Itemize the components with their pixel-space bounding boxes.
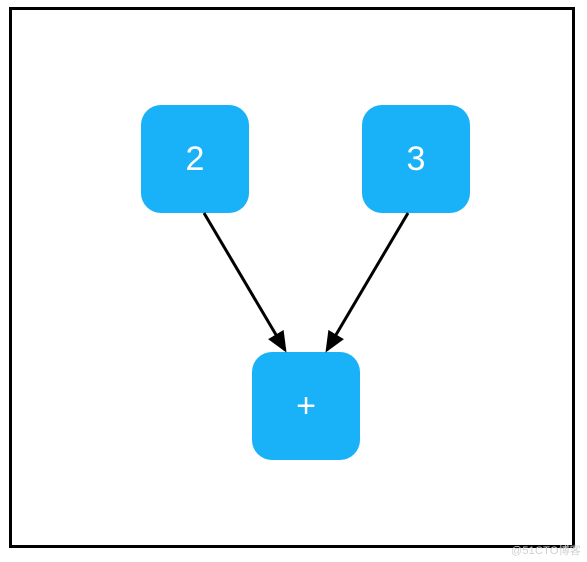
node-label: + — [296, 387, 316, 426]
node-operand-left: 2 — [141, 105, 249, 213]
diagram-frame: 2 3 + — [9, 7, 575, 548]
node-label: 3 — [407, 140, 426, 179]
node-operator: + — [252, 352, 360, 460]
node-operand-right: 3 — [362, 105, 470, 213]
edge-left-to-bottom — [204, 213, 285, 350]
node-label: 2 — [186, 140, 205, 179]
edges-svg — [12, 10, 572, 545]
edge-right-to-bottom — [327, 213, 408, 350]
watermark-text: @51CTO博客 — [511, 542, 581, 558]
